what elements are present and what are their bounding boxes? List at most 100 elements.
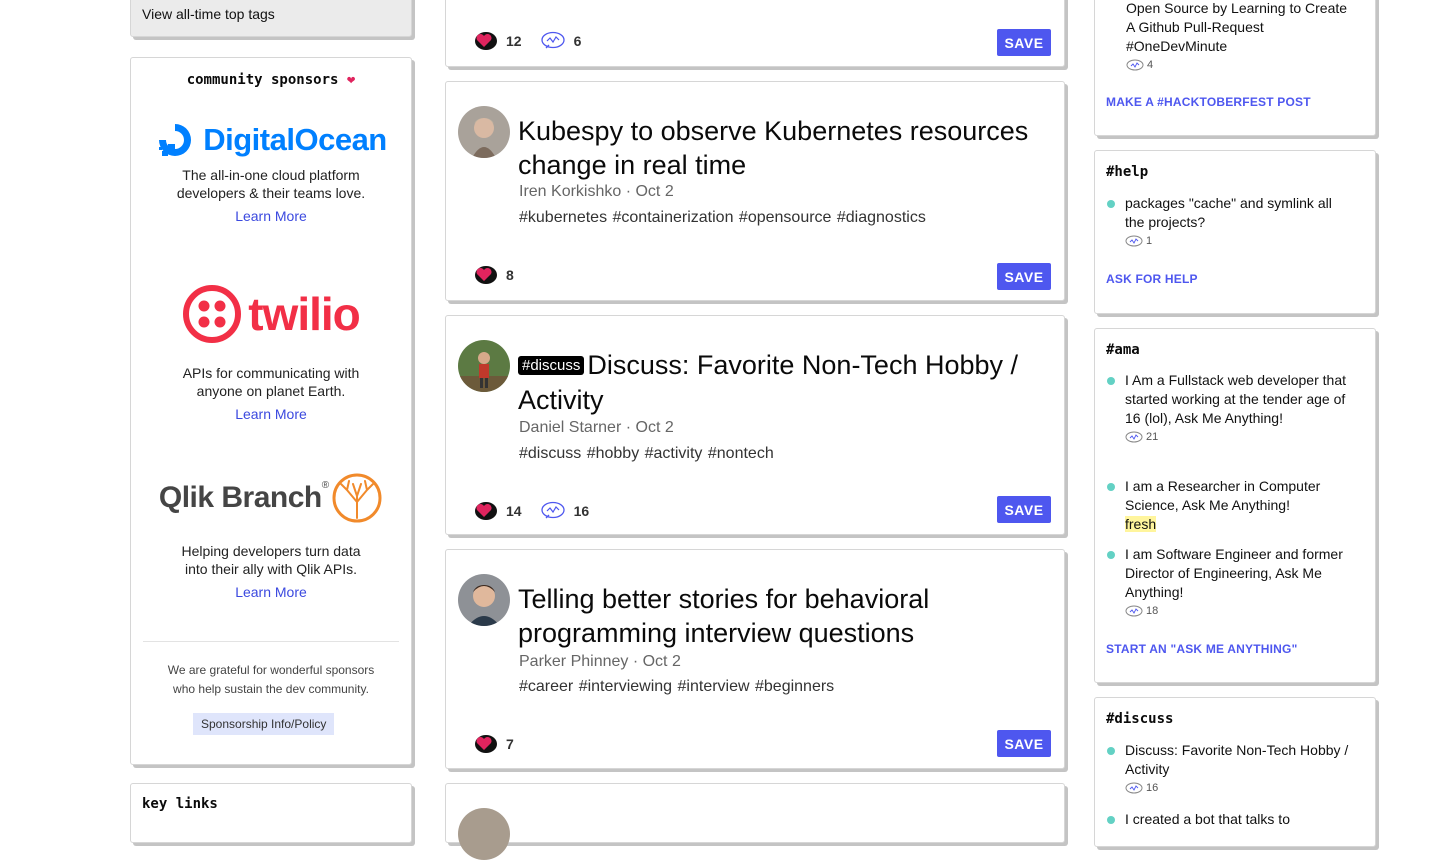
reactions-button[interactable]: 12 [472,31,522,51]
comment-icon [540,501,565,519]
comment-icon [1125,782,1143,794]
comment-icon [540,31,565,49]
community-sponsors-card: community sponsors ❤ DigitalOcean The al… [130,57,412,765]
digitalocean-icon [159,124,192,156]
post-card[interactable]: Telling better stories for behavioral pr… [445,549,1065,769]
heart-icon [475,735,497,753]
comment-icon [1125,235,1143,247]
fresh-badge: fresh [1125,516,1157,532]
learn-more-link[interactable]: Learn More [235,208,307,224]
sponsorship-policy-link[interactable]: Sponsorship Info/Policy [193,713,335,735]
learn-more-link[interactable]: Learn More [235,584,307,600]
discuss-card: #discuss Discuss: Favorite Non-Tech Hobb… [1094,697,1376,847]
discuss-heading: #discuss [1106,711,1174,727]
start-ama-link[interactable]: START AN "ASK ME ANYTHING" [1106,642,1297,656]
sponsor-description: APIs for communicating with anyone on pl… [182,365,360,399]
sponsor-twilio: twilio APIs for communicating with anyon… [131,282,411,424]
list-item[interactable]: I am Software Engineer and former Direct… [1107,545,1355,621]
list-item[interactable]: I created a bot that talks to [1107,810,1355,829]
bullet-dot [1107,483,1115,491]
comment-count: 1 [1125,232,1355,251]
ama-heading: #ama [1106,342,1140,358]
twilio-logo[interactable]: twilio [131,282,411,346]
list-item[interactable]: Open Source by Learning to Create A Gith… [1126,0,1356,75]
post-title[interactable]: #discuss Discuss: Favorite Non-Tech Hobby… [518,348,1038,417]
discuss-badge[interactable]: #discuss [518,356,585,375]
comment-count: 4 [1126,56,1356,75]
comment-count: 18 [1125,602,1355,621]
post-reactions: 8 [472,265,532,285]
save-button[interactable]: SAVE [997,496,1051,523]
heart-icon: ❤ [346,72,356,88]
sponsor-description: The all-in-one cloud platform developers… [176,167,366,201]
digitalocean-logo[interactable]: DigitalOcean [131,118,411,162]
list-item[interactable]: I Am a Fullstack web developer that star… [1107,371,1355,447]
heart-icon [475,266,497,284]
list-item[interactable]: packages "cache" and symlink all the pro… [1107,194,1355,251]
post-author[interactable]: Daniel Starner [519,419,621,436]
ask-for-help-link[interactable]: ASK FOR HELP [1106,272,1198,286]
post-date: Oct 2 [635,183,674,200]
help-card: #help packages "cache" and symlink all t… [1094,150,1376,314]
key-links-card: key links [130,783,412,843]
post-card[interactable]: Kubespy to observe Kubernetes resources … [445,81,1065,301]
save-button[interactable]: SAVE [997,29,1051,56]
make-hacktoberfest-post-link[interactable]: MAKE A #HACKTOBERFEST POST [1106,95,1311,109]
post-card[interactable]: #discuss Discuss: Favorite Non-Tech Hobby… [445,315,1065,535]
post-reactions: 14 16 [472,501,607,521]
view-top-tags-link[interactable]: View all-time top tags [142,6,275,22]
comment-icon [1125,431,1143,443]
comment-count: 21 [1125,428,1355,447]
list-item[interactable]: I am a Researcher in Computer Science, A… [1107,477,1355,534]
post-tags[interactable]: #career #interviewing #interview #beginn… [519,678,834,696]
sponsor-name: Qlik Branch [158,481,322,514]
post-date: Oct 2 [642,653,681,670]
bullet-dot [1107,377,1115,385]
sponsor-description: Helping developers turn data into their … [181,543,361,577]
comment-icon [1126,59,1144,71]
reactions-button[interactable]: 8 [472,265,514,285]
save-button[interactable]: SAVE [997,263,1051,290]
key-links-heading: key links [142,796,218,812]
comments-button[interactable]: 6 [540,31,581,51]
post-date: Oct 2 [635,419,674,436]
sponsors-heading: community sponsors ❤ [186,72,356,88]
sponsor-digitalocean: DigitalOcean The all-in-one cloud platfo… [131,118,411,226]
heart-icon [475,502,497,520]
save-button[interactable]: SAVE [997,730,1051,757]
post-card[interactable]: 12 6 SAVE [445,0,1065,67]
avatar[interactable] [458,340,510,392]
heart-icon [475,32,497,50]
sponsor-thanks-text: We are grateful for wonderful sponsors w… [167,663,375,696]
post-reactions: 7 [472,734,532,754]
post-meta: Iren Korkishko · Oct 2 [519,183,674,200]
post-title[interactable]: Kubespy to observe Kubernetes resources … [518,114,1038,182]
sponsor-qlik-branch: Qlik Branch ® Helping developers turn da… [131,468,411,602]
twilio-icon [183,285,242,343]
post-meta: Parker Phinney · Oct 2 [519,653,681,670]
bullet-dot [1107,747,1115,755]
divider [143,641,399,642]
post-author[interactable]: Parker Phinney [519,653,628,670]
post-title[interactable]: Telling better stories for behavioral pr… [518,582,1038,650]
learn-more-link[interactable]: Learn More [235,406,307,422]
post-tags[interactable]: #discuss #hobby #activity #nontech [519,445,774,463]
reactions-button[interactable]: 14 [472,501,522,521]
avatar[interactable] [458,574,510,626]
comment-count: 16 [1125,779,1355,798]
sponsor-name: DigitalOcean [203,122,387,157]
comments-button[interactable]: 16 [540,501,589,521]
post-meta: Daniel Starner · Oct 2 [519,419,674,436]
tree-icon [332,473,382,523]
ama-card: #ama I Am a Fullstack web developer that… [1094,328,1376,683]
avatar[interactable] [458,106,510,158]
qlik-branch-logo[interactable]: Qlik Branch ® [131,468,411,528]
bullet-dot [1107,816,1115,824]
post-author[interactable]: Iren Korkishko [519,183,621,200]
post-tags[interactable]: #kubernetes #containerization #opensourc… [519,209,926,227]
bullet-dot [1107,200,1115,208]
reactions-button[interactable]: 7 [472,734,514,754]
sponsor-name: twilio [248,288,361,340]
list-item[interactable]: Discuss: Favorite Non-Tech Hobby / Activ… [1107,741,1355,798]
post-card[interactable] [445,783,1065,860]
